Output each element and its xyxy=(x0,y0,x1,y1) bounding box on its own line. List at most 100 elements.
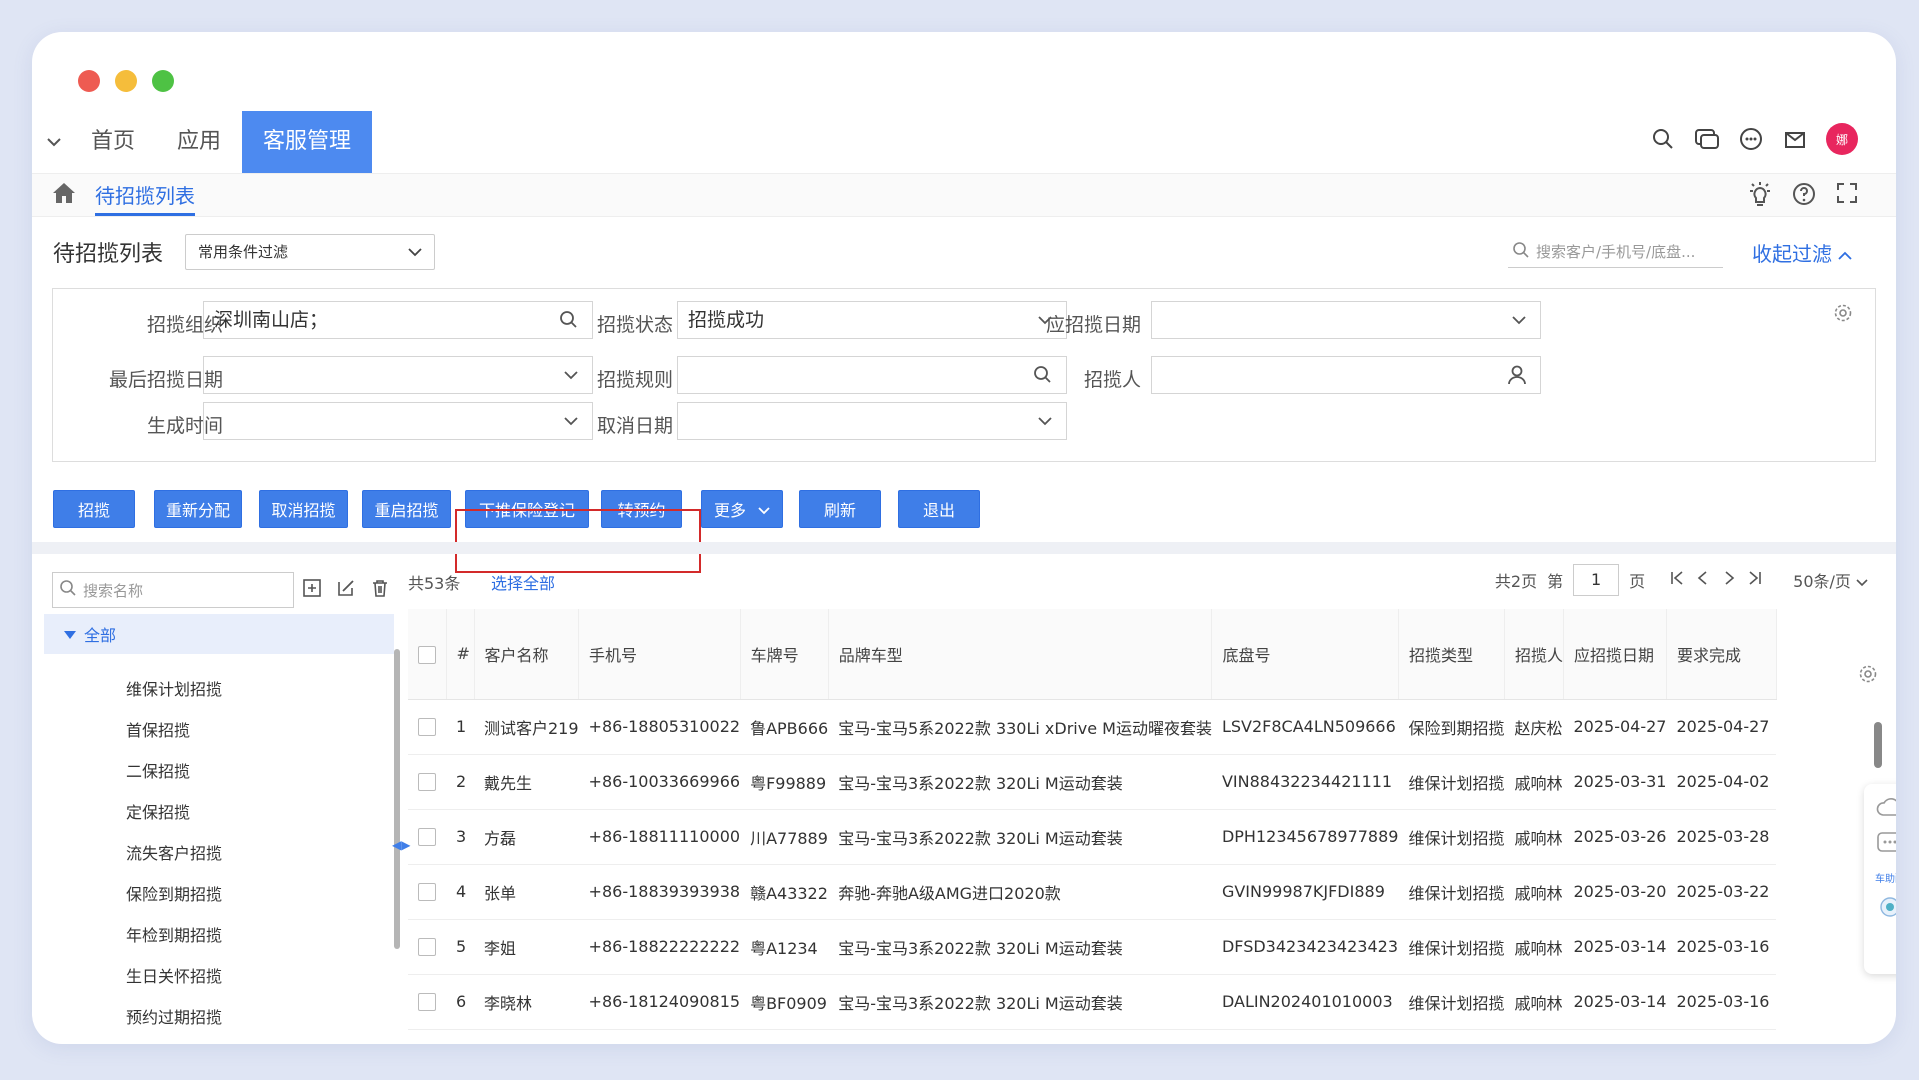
table-row[interactable]: 4 张单 +86-18839393938 赣A43322 奔驰-奔驰A级AMG进口202… xyxy=(408,864,1777,920)
last-page-icon[interactable] xyxy=(1747,570,1763,590)
table-cell: 鲁APB666 xyxy=(740,699,829,755)
column-header[interactable]: 要求完成 xyxy=(1666,609,1777,700)
row-checkbox[interactable] xyxy=(408,974,446,1030)
recruit-button[interactable]: 招揽 xyxy=(53,490,135,528)
table-cell: 2025-04-02 xyxy=(1666,754,1777,810)
filter-label: 招揽规则 xyxy=(596,369,673,391)
column-header[interactable]: 应招揽日期 xyxy=(1563,609,1667,700)
maximize-window-button[interactable] xyxy=(152,70,174,92)
nav-apps[interactable]: 应用 xyxy=(156,111,242,173)
filter-label: 招揽组织 xyxy=(146,314,223,336)
table-scrollbar[interactable] xyxy=(1874,722,1882,768)
filter-panel: 招揽组织 深圳南山店； 招揽状态 招揽成功 应招揽日期 最后招揽日期 招揽规则 … xyxy=(52,288,1876,462)
row-checkbox[interactable] xyxy=(408,699,446,755)
tree-scrollbar[interactable] xyxy=(394,649,400,949)
tree-item[interactable]: 二保招揽 xyxy=(126,758,190,782)
page-size-select[interactable]: 50条/页 xyxy=(1793,568,1868,592)
search-icon[interactable] xyxy=(1650,126,1676,152)
data-table: # 客户名称 手机号 车牌号 品牌车型 底盘号 招揽类型 招揽人 应招揽日期 要… xyxy=(408,609,1777,1030)
tab-pending-list[interactable]: 待招揽列表 xyxy=(95,180,195,216)
add-icon[interactable] xyxy=(302,578,322,602)
tree-item[interactable]: 生日关怀招揽 xyxy=(126,963,222,987)
column-header[interactable]: 客户名称 xyxy=(474,609,580,700)
reassign-button[interactable]: 重新分配 xyxy=(154,490,242,528)
delete-icon[interactable] xyxy=(370,578,390,602)
recruiter-field[interactable] xyxy=(1151,356,1541,394)
column-header[interactable]: 底盘号 xyxy=(1211,609,1399,700)
home-icon[interactable] xyxy=(52,182,78,206)
refresh-button[interactable]: 刷新 xyxy=(799,490,881,528)
search-placeholder: 搜索客户/手机号/底盘... xyxy=(1536,243,1696,261)
select-all-link[interactable]: 选择全部 xyxy=(491,570,555,594)
nav-customer-service[interactable]: 客服管理 xyxy=(242,111,373,173)
edit-icon[interactable] xyxy=(336,578,356,602)
message-icon[interactable] xyxy=(1876,831,1896,860)
tree-search-input[interactable]: 搜索名称 xyxy=(52,572,294,608)
collapse-filter-link[interactable]: 收起过滤 xyxy=(1752,238,1852,267)
cloud-icon[interactable] xyxy=(1875,796,1896,821)
gear-icon[interactable] xyxy=(1833,303,1853,327)
table-row[interactable]: 1 测试客户219 +86-18805310022 鲁APB666 宝马-宝马5系202… xyxy=(408,699,1777,755)
chevron-down-icon[interactable] xyxy=(38,137,70,147)
next-page-icon[interactable] xyxy=(1721,570,1737,590)
row-checkbox[interactable] xyxy=(408,809,446,865)
tree-search-placeholder: 搜索名称 xyxy=(83,581,144,600)
prev-page-icon[interactable] xyxy=(1695,570,1711,590)
column-header[interactable]: 招揽人 xyxy=(1504,609,1565,700)
tree-item[interactable]: 流失客户招揽 xyxy=(126,840,222,864)
gear-icon[interactable] xyxy=(1858,664,1878,688)
fullscreen-icon[interactable] xyxy=(1836,182,1858,212)
table-cell: 2025-03-28 xyxy=(1666,809,1777,865)
column-header[interactable]: 车牌号 xyxy=(740,609,829,700)
tree-item[interactable]: 预约过期招揽 xyxy=(126,1004,222,1028)
table-row[interactable]: 6 李晓林 +86-18124090815 粤BF0909 宝马-宝马3系2022款 3… xyxy=(408,974,1777,1030)
row-checkbox[interactable] xyxy=(408,864,446,920)
table-cell: 6 xyxy=(446,974,474,1030)
chat-icon[interactable] xyxy=(1694,126,1720,152)
select-all-checkbox[interactable] xyxy=(408,609,447,700)
table-cell: 粤F99889 xyxy=(740,754,829,810)
user-icon[interactable] xyxy=(1508,357,1526,405)
avatar[interactable]: 娜 xyxy=(1826,123,1858,155)
due-date-select[interactable] xyxy=(1151,301,1541,339)
help-icon[interactable] xyxy=(1792,182,1816,212)
column-header[interactable]: 品牌车型 xyxy=(828,609,1213,700)
filter-label: 取消日期 xyxy=(596,415,673,437)
tree-item[interactable]: 维保计划招揽 xyxy=(126,676,222,700)
page-number-input[interactable]: 1 xyxy=(1573,564,1620,596)
robot-icon[interactable] xyxy=(1738,126,1764,152)
cancel-recruit-button[interactable]: 取消招揽 xyxy=(259,490,348,528)
table-cell: 2025-03-20 xyxy=(1563,864,1667,920)
minimize-window-button[interactable] xyxy=(115,70,137,92)
table-row[interactable]: 3 方磊 +86-18811110000 川A77889 宝马-宝马3系2022款 32… xyxy=(408,809,1777,865)
first-page-icon[interactable] xyxy=(1669,570,1685,590)
common-filter-select[interactable]: 常用条件过滤 xyxy=(185,234,435,270)
table-cell: 5 xyxy=(446,919,474,975)
lightbulb-icon[interactable] xyxy=(1748,182,1772,212)
cancel-date-select[interactable] xyxy=(677,402,1067,440)
restart-recruit-button[interactable]: 重启招揽 xyxy=(362,490,451,528)
more-button[interactable]: 更多 xyxy=(701,490,783,528)
exit-button[interactable]: 退出 xyxy=(898,490,980,528)
table-row[interactable]: 2 戴先生 +86-10033669966 粤F99889 宝马-宝马3系2022款 3… xyxy=(408,754,1777,810)
app-window: 首页 应用 客服管理 娜 待招揽列表 待招揽列表 常用条件过滤 搜索客户/手机号… xyxy=(32,32,1896,1044)
tree-item[interactable]: 保险到期招揽 xyxy=(126,881,222,905)
mail-icon[interactable] xyxy=(1782,126,1808,152)
table-cell: 李姐 xyxy=(474,919,579,975)
tree-item[interactable]: 年检到期招揽 xyxy=(126,922,222,946)
tree-item[interactable]: 定保招揽 xyxy=(126,799,190,823)
nav-home[interactable]: 首页 xyxy=(70,111,156,173)
column-header[interactable]: 招揽类型 xyxy=(1398,609,1505,700)
row-checkbox[interactable] xyxy=(408,919,446,975)
assistant-icon[interactable] xyxy=(1878,895,1896,922)
column-header[interactable]: 手机号 xyxy=(578,609,741,700)
row-checkbox[interactable] xyxy=(408,754,446,810)
tree-item[interactable]: 首保招揽 xyxy=(126,717,190,741)
chevron-down-icon xyxy=(1512,302,1526,350)
tree-item-all[interactable]: 全部 xyxy=(44,614,394,654)
close-window-button[interactable] xyxy=(78,70,100,92)
top-icons: 娜 xyxy=(1650,123,1858,155)
table-cell: 2025-03-16 xyxy=(1666,919,1777,975)
search-input[interactable]: 搜索客户/手机号/底盘... xyxy=(1508,236,1723,268)
table-row[interactable]: 5 李姐 +86-18822222222 粤A1234 宝马-宝马3系2022款 320… xyxy=(408,919,1777,975)
